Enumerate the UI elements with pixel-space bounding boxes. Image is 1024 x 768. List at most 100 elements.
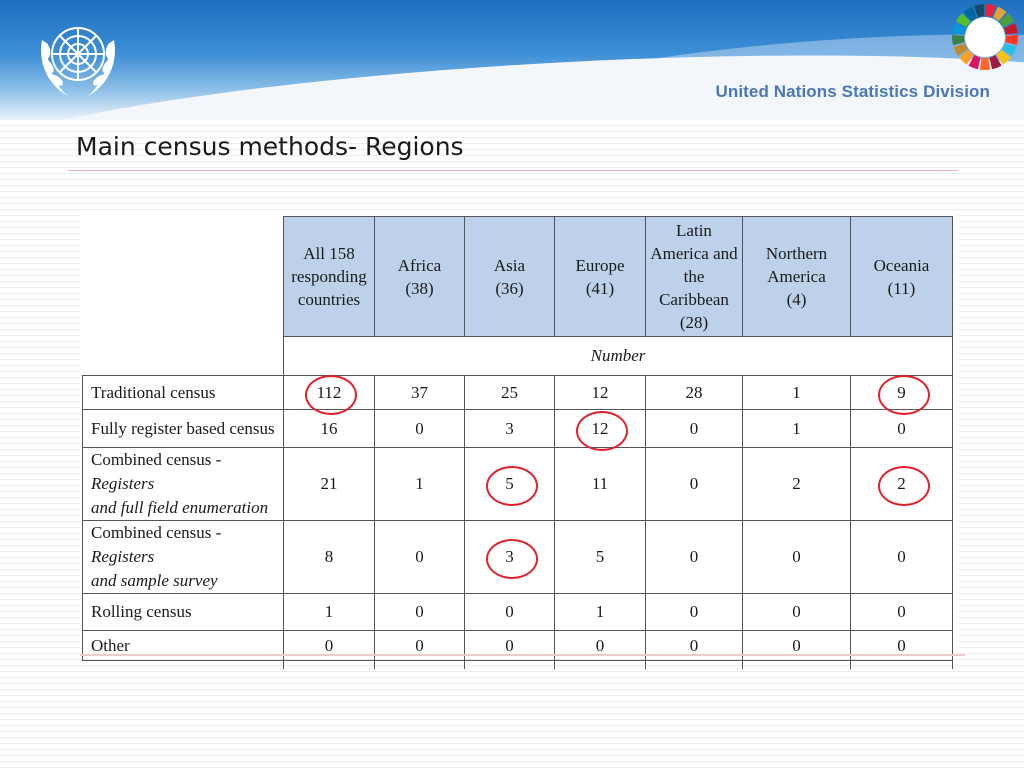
data-cell: 0 <box>742 520 851 594</box>
cell-value: 16 <box>320 418 338 438</box>
data-cell: 0 <box>554 630 646 661</box>
column-header: Latin America and the Caribbean (28) <box>645 216 743 337</box>
table-row: Rolling census 1 0 0 1 0 0 0 <box>82 593 953 631</box>
sdg-wheel-segment <box>979 57 991 71</box>
column-header-line: Europe <box>575 255 625 275</box>
cell-value: 37 <box>411 382 428 402</box>
cell-value: 2 <box>792 474 801 493</box>
data-cell: 1 <box>374 447 465 521</box>
column-header-line: America <box>767 267 826 286</box>
cell-value: 1 <box>595 602 605 621</box>
column-header-line: (41) <box>585 278 615 298</box>
cell-value: 25 <box>501 382 518 402</box>
row-label: Traditional census <box>82 375 284 410</box>
cell-value: 0 <box>897 418 906 438</box>
table-row: Combined census - Registers and sample su… <box>82 520 953 594</box>
row-label-text: Combined census - <box>91 450 222 469</box>
sdg-wheel-center <box>965 17 1005 57</box>
column-header-line: Latin <box>676 221 712 240</box>
data-cell: 0 <box>283 630 375 661</box>
data-cell: 37 <box>374 375 465 410</box>
cell-value: 0 <box>415 602 424 621</box>
cell-value: 1 <box>792 382 801 402</box>
data-cell: 16 <box>283 409 375 448</box>
table-body: Traditional census 112 37 25 12 28 1 9 Fully reg… <box>82 374 953 670</box>
cell-value: 0 <box>792 602 801 621</box>
row-label-text: Fully register based census <box>91 418 275 438</box>
cell-value: 5 <box>595 547 605 566</box>
cell-value: 1 <box>792 418 801 438</box>
cell-value: 28 <box>685 382 703 402</box>
data-cell: 11 <box>554 447 646 521</box>
cell-value: 12 <box>591 382 609 402</box>
row-label-text: Other <box>91 635 130 655</box>
table-tail-row <box>83 660 953 670</box>
table-panel: All 158 responding countries Africa (38) As… <box>80 210 965 669</box>
cell-value: 8 <box>324 547 334 566</box>
table-corner <box>82 216 284 376</box>
highlighted-value: 3 <box>485 539 537 579</box>
column-header: Europe (41) <box>554 216 646 337</box>
cell-value: 0 <box>415 418 424 438</box>
column-header: Oceania (11) <box>850 216 953 337</box>
data-cell: 2 <box>742 447 851 521</box>
data-cell: 5 <box>464 447 555 521</box>
row-label: Combined census - Registers and full fiel… <box>82 447 284 521</box>
tail-cell <box>374 660 465 669</box>
column-header-line: All 158 <box>303 244 355 263</box>
title-divider <box>68 170 958 171</box>
row-label-text: Registers <box>91 474 155 493</box>
column-header-line: (28) <box>679 313 709 332</box>
page-title: Main census methods- Regions <box>76 132 464 161</box>
column-header: Asia (36) <box>464 216 555 337</box>
cell-value: 0 <box>689 547 699 566</box>
cell-value: 0 <box>897 547 906 566</box>
data-cell: 0 <box>850 409 953 448</box>
data-cell: 8 <box>283 520 375 594</box>
table-row: Other 0 0 0 0 0 0 0 <box>82 630 953 661</box>
row-label: Combined census - Registers and sample su… <box>82 520 284 594</box>
column-header-line: the <box>683 267 705 286</box>
cell-value: 11 <box>591 474 609 493</box>
row-label-text: Traditional census <box>91 382 216 402</box>
sdg-wheel-segment <box>1005 34 1019 46</box>
data-cell: 0 <box>850 593 953 631</box>
cell-value: 0 <box>897 602 906 621</box>
column-header-line: (4) <box>786 290 807 309</box>
data-cell: 0 <box>464 593 555 631</box>
census-methods-table: All 158 responding countries Africa (38) As… <box>82 216 953 669</box>
cell-value: 0 <box>505 602 514 621</box>
data-cell: 0 <box>645 520 743 594</box>
data-cell: 12 <box>554 375 646 410</box>
column-header-line: Asia <box>493 255 526 275</box>
data-cell: 9 <box>850 374 953 415</box>
data-cell: 0 <box>645 447 743 521</box>
column-header-line: Oceania <box>873 255 930 275</box>
highlighted-value: 12 <box>576 410 628 451</box>
row-label: Rolling census <box>82 593 284 631</box>
data-cell: 1 <box>283 593 375 631</box>
sdg-wheel-logo <box>951 4 1019 71</box>
column-header-row: All 158 responding countries Africa (38) As… <box>82 216 953 376</box>
column-header-line: Northern <box>765 244 828 263</box>
data-cell: 3 <box>464 409 555 448</box>
row-label-text: Registers <box>91 547 155 566</box>
data-cell: 1 <box>742 375 851 410</box>
sdg-wheel-segment <box>951 34 965 46</box>
cell-value: 0 <box>689 602 699 621</box>
cell-value: 0 <box>792 547 801 566</box>
data-cell: 0 <box>374 593 465 631</box>
column-header-line: (38) <box>405 278 434 298</box>
cell-value: 1 <box>324 602 334 621</box>
data-cell: 0 <box>742 593 851 631</box>
tail-cell <box>83 661 284 670</box>
data-cell: 25 <box>464 375 555 410</box>
data-cell: 21 <box>283 447 375 521</box>
column-header-line: responding <box>291 267 367 286</box>
tail-cell <box>645 660 743 669</box>
data-cell: 1 <box>554 593 646 631</box>
data-cell: 2 <box>850 447 953 521</box>
column-header-line: countries <box>297 290 361 309</box>
highlighted-value: 5 <box>485 466 537 506</box>
tail-cell <box>283 660 375 669</box>
